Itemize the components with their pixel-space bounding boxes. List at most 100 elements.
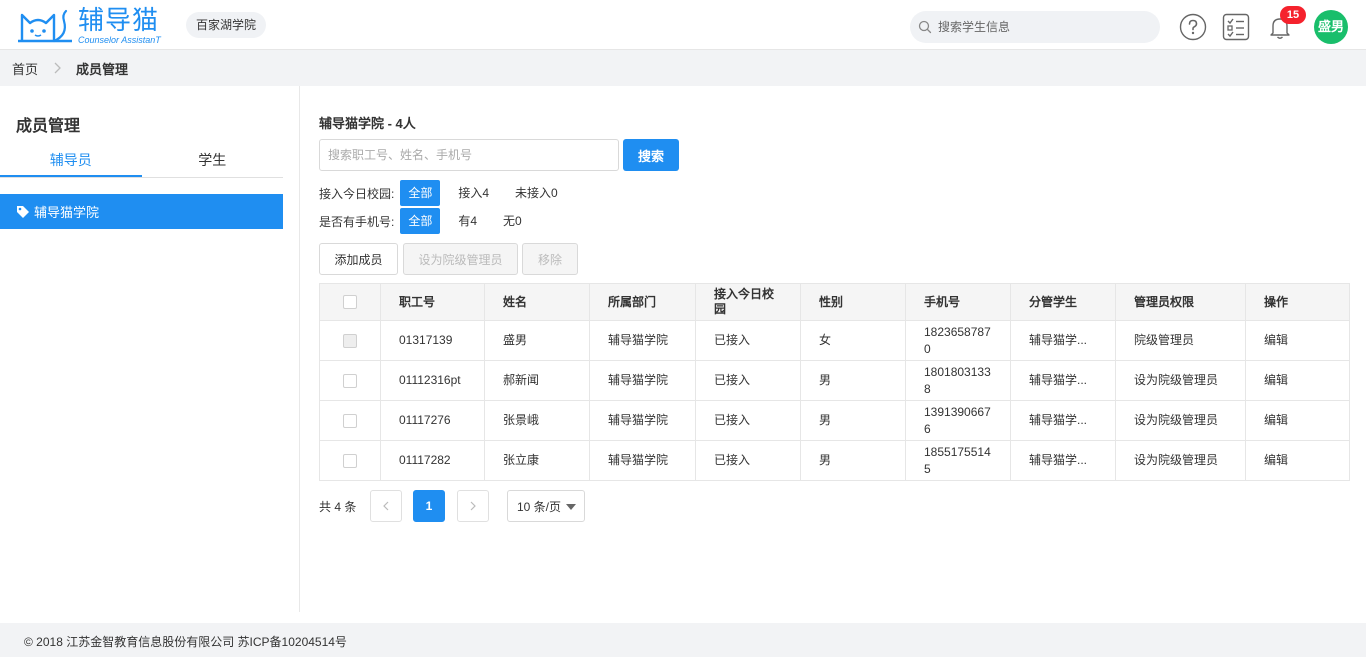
col-header-phone[interactable]: 手机号 [905, 283, 1011, 321]
table-row: 01112316pt 郝新闻 辅导猫学院 已接入 男 18018031338 辅… [319, 360, 1350, 401]
cell-name: 郝新闻 [484, 360, 590, 401]
cell-gender: 男 [800, 360, 906, 401]
add-member-button[interactable]: 添加成员 [319, 243, 398, 275]
tag-icon [17, 205, 29, 218]
set-admin-button[interactable]: 设为院级管理员 [403, 243, 518, 275]
cell-name: 张景峨 [484, 400, 590, 441]
school-selector[interactable]: 百家湖学院 [186, 12, 267, 38]
left-panel: 成员管理 辅导员 学生 辅导猫学院 [0, 86, 300, 612]
filter-phone-label: 是否有手机号: [319, 214, 395, 229]
tab-counselor[interactable]: 辅导员 [0, 146, 142, 177]
top-header: 辅导猫 Counselor AssistanT 百家湖学院 15 盛男 [0, 0, 1366, 50]
edit-link[interactable]: 编辑 [1245, 440, 1350, 481]
cell-students: 辅导猫学... [1010, 400, 1116, 441]
member-type-tabs: 辅导员 学生 [0, 146, 283, 178]
chevron-right-icon [470, 501, 476, 511]
cell-joined: 已接入 [695, 360, 801, 401]
filter-joined-yes[interactable]: 接入4 [450, 180, 497, 206]
user-avatar[interactable]: 盛男 [1314, 10, 1348, 44]
set-admin-link[interactable]: 设为院级管理员 [1115, 440, 1246, 481]
col-header-joined[interactable]: 接入今日校园 [695, 283, 801, 321]
search-icon [918, 20, 932, 34]
set-admin-link[interactable]: 设为院级管理员 [1115, 400, 1246, 441]
global-search [910, 11, 1160, 43]
tree-item-label: 辅导猫学院 [34, 205, 100, 220]
cell-id: 01317139 [380, 320, 485, 361]
cell-id: 01117282 [380, 440, 485, 481]
search-button[interactable]: 搜索 [623, 139, 679, 171]
cell-permission: 院级管理员 [1115, 320, 1246, 361]
edit-link[interactable]: 编辑 [1245, 320, 1350, 361]
logo-subtitle: Counselor AssistanT [78, 34, 161, 45]
filter-joined-label: 接入今日校园: [319, 186, 395, 201]
page-size-select[interactable]: 10 条/页 [507, 490, 585, 522]
edit-link[interactable]: 编辑 [1245, 360, 1350, 401]
col-header-dept[interactable]: 所属部门 [589, 283, 696, 321]
row-checkbox[interactable] [343, 413, 357, 428]
filter-joined: 接入今日校园: 全部 接入4 未接入0 [319, 180, 576, 206]
next-page-button[interactable] [457, 490, 489, 522]
cell-joined: 已接入 [695, 320, 801, 361]
set-admin-link[interactable]: 设为院级管理员 [1115, 360, 1246, 401]
row-checkbox [343, 333, 357, 348]
cell-phone: 18236587870 [905, 320, 1011, 361]
filter-phone-all[interactable]: 全部 [400, 208, 441, 234]
filter-joined-no[interactable]: 未接入0 [507, 180, 566, 206]
row-select-cell [319, 440, 381, 481]
left-panel-title: 成员管理 [16, 118, 81, 135]
caret-down-icon [566, 504, 576, 510]
row-checkbox[interactable] [343, 373, 357, 388]
cell-name: 张立康 [484, 440, 590, 481]
cell-phone: 18551755145 [905, 440, 1011, 481]
tree-item-college[interactable]: 辅导猫学院 [0, 194, 283, 229]
cell-name: 盛男 [484, 320, 590, 361]
breadcrumb-home[interactable]: 首页 [12, 59, 38, 78]
filter-phone-yes[interactable]: 有4 [450, 208, 485, 234]
member-table: 职工号 姓名 所属部门 接入今日校园 性别 手机号 分管学生 管理员权限 操作 … [319, 283, 1350, 481]
table-row: 01117276 张景峨 辅导猫学院 已接入 男 13913906676 辅导猫… [319, 400, 1350, 441]
cell-gender: 男 [800, 400, 906, 441]
filter-phone-no[interactable]: 无0 [495, 208, 530, 234]
app-logo[interactable]: 辅导猫 Counselor AssistanT [16, 4, 161, 46]
filter-joined-all[interactable]: 全部 [400, 180, 441, 206]
cell-students: 辅导猫学... [1010, 360, 1116, 401]
row-select-cell [319, 320, 381, 361]
footer: © 2018 江苏金智教育信息股份有限公司 苏ICP备10204514号 [0, 623, 1366, 657]
page-button-1[interactable]: 1 [413, 490, 445, 522]
col-header-id[interactable]: 职工号 [380, 283, 485, 321]
cell-gender: 女 [800, 320, 906, 361]
col-header-gender[interactable]: 性别 [800, 283, 906, 321]
breadcrumb: 首页 成员管理 [0, 50, 1366, 86]
help-icon[interactable] [1179, 13, 1207, 41]
cell-dept: 辅导猫学院 [589, 320, 696, 361]
cell-dept: 辅导猫学院 [589, 440, 696, 481]
global-search-input[interactable] [938, 20, 1148, 34]
col-header-permission[interactable]: 管理员权限 [1115, 283, 1246, 321]
chevron-left-icon [383, 501, 389, 511]
row-select-cell [319, 400, 381, 441]
prev-page-button[interactable] [370, 490, 402, 522]
tab-student[interactable]: 学生 [142, 146, 284, 177]
member-search-input[interactable] [319, 139, 619, 171]
remove-button[interactable]: 移除 [522, 243, 578, 275]
checklist-icon[interactable] [1222, 13, 1250, 41]
cell-phone: 13913906676 [905, 400, 1011, 441]
select-all-checkbox[interactable] [343, 295, 357, 310]
cell-phone: 18018031338 [905, 360, 1011, 401]
col-header-students[interactable]: 分管学生 [1010, 283, 1116, 321]
cell-dept: 辅导猫学院 [589, 400, 696, 441]
row-select-cell [319, 360, 381, 401]
select-all-cell [319, 283, 381, 321]
cell-id: 01117276 [380, 400, 485, 441]
table-header-row: 职工号 姓名 所属部门 接入今日校园 性别 手机号 分管学生 管理员权限 操作 [319, 283, 1350, 321]
pagination-total: 共 4 条 [319, 500, 357, 514]
cell-dept: 辅导猫学院 [589, 360, 696, 401]
page-size-value: 10 条/页 [517, 499, 562, 514]
filter-phone: 是否有手机号: 全部 有4 无0 [319, 208, 540, 234]
page-title: 辅导猫学院 - 4人 [319, 116, 416, 131]
notification-badge: 15 [1280, 6, 1306, 24]
cell-id: 01112316pt [380, 360, 485, 401]
row-checkbox[interactable] [343, 453, 357, 468]
col-header-name[interactable]: 姓名 [484, 283, 590, 321]
edit-link[interactable]: 编辑 [1245, 400, 1350, 441]
